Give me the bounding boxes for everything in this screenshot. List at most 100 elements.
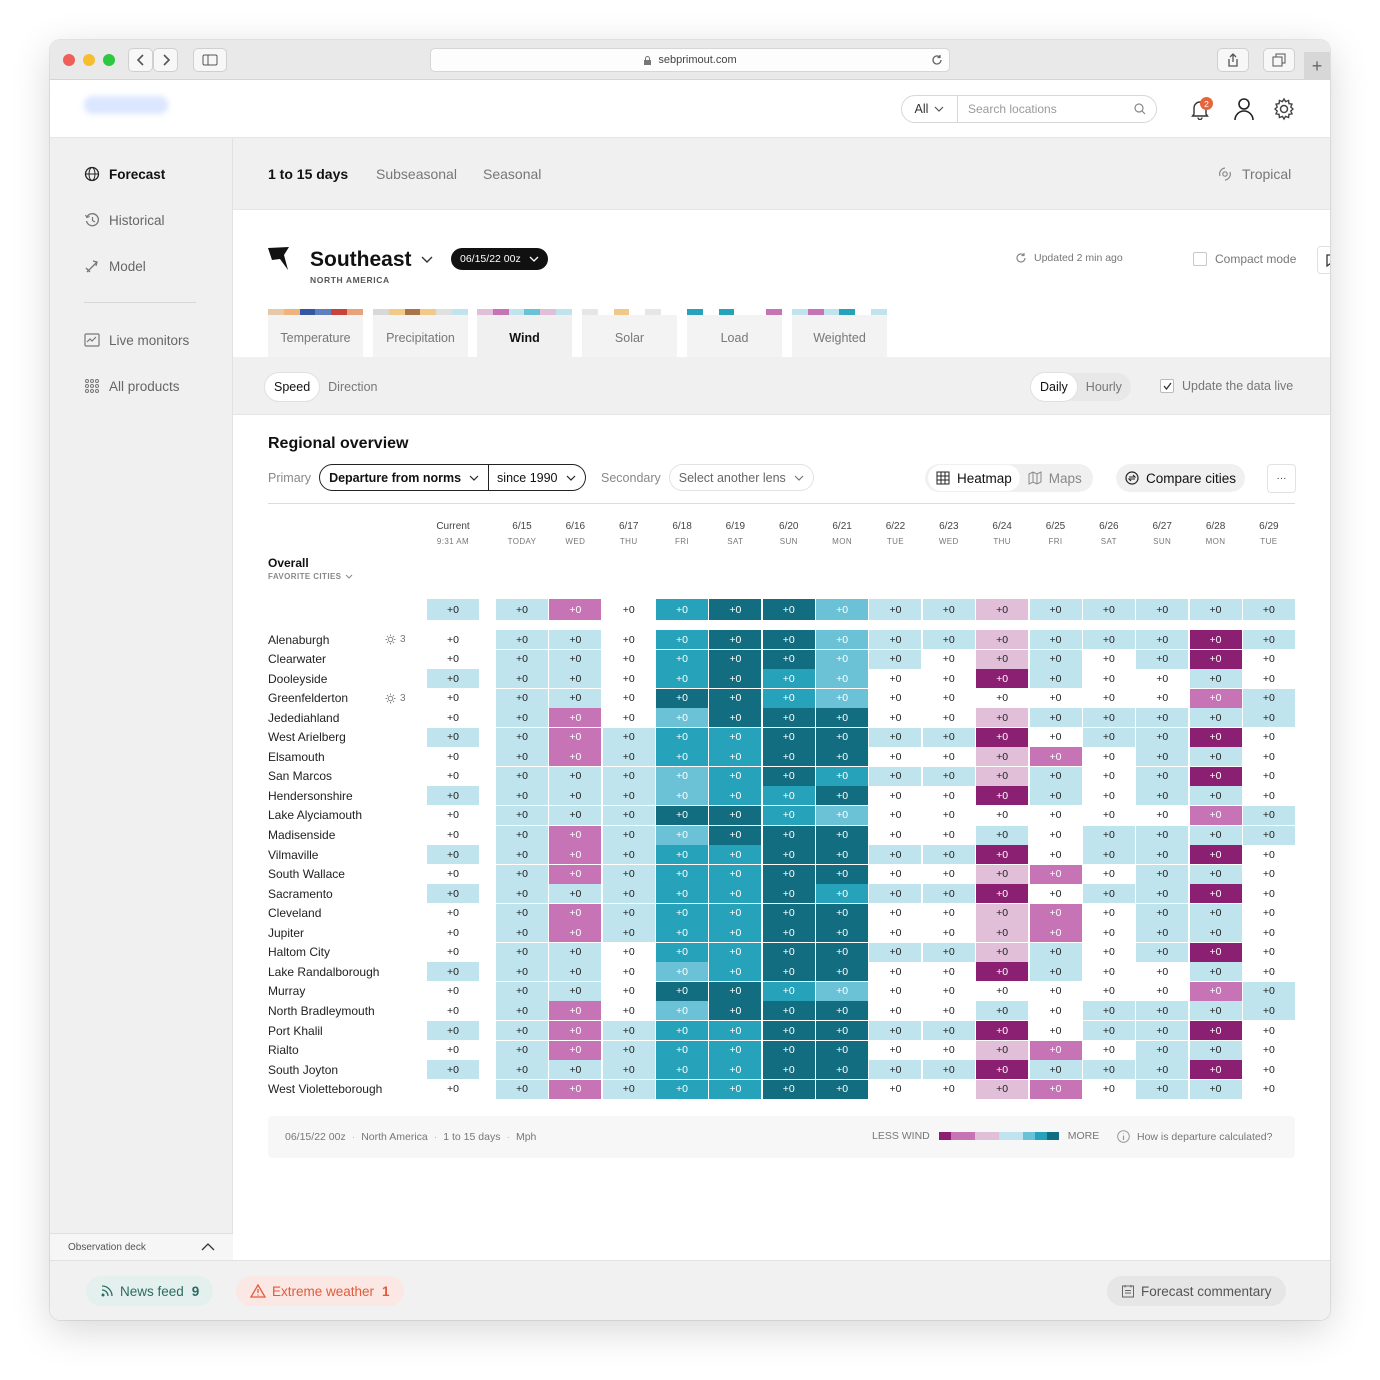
overall-cell[interactable]: +0 — [1082, 599, 1135, 620]
secondary-lens-select[interactable]: Select another lens — [668, 464, 814, 491]
city-cell[interactable]: +0 — [709, 942, 762, 962]
city-cell[interactable]: +0 — [602, 708, 655, 728]
city-cell[interactable]: +0 — [709, 747, 762, 767]
city-cell[interactable]: +0 — [1189, 747, 1242, 767]
city-cell[interactable]: +0 — [1136, 747, 1189, 767]
city-cell[interactable]: +0 — [869, 825, 922, 845]
city-cell[interactable]: +0 — [656, 708, 709, 728]
city-cell[interactable]: +0 — [656, 884, 709, 904]
city-cell[interactable]: +0 — [1242, 942, 1295, 962]
city-cell[interactable]: +0 — [1189, 786, 1242, 806]
city-cell[interactable]: +0 — [1242, 766, 1295, 786]
city-cell[interactable]: +0 — [496, 923, 548, 943]
city-cell[interactable]: +0 — [922, 981, 975, 1001]
city-cell[interactable]: +0 — [922, 1040, 975, 1060]
city-cell[interactable]: +0 — [976, 1040, 1029, 1060]
city-cell[interactable]: +0 — [427, 923, 479, 943]
city-cell[interactable]: +0 — [762, 786, 815, 806]
city-cell[interactable]: +0 — [1136, 766, 1189, 786]
city-cell[interactable]: +0 — [427, 805, 479, 825]
city-cell[interactable]: +0 — [549, 884, 602, 904]
city-cell[interactable]: +0 — [656, 962, 709, 982]
city-cell[interactable]: +0 — [1029, 1001, 1082, 1021]
city-cell[interactable]: +0 — [762, 708, 815, 728]
city-cell[interactable]: +0 — [496, 1060, 548, 1080]
overall-cell[interactable]: +0 — [976, 599, 1029, 620]
city-cell[interactable]: +0 — [602, 1079, 655, 1099]
city-cell[interactable]: +0 — [1082, 747, 1135, 767]
city-cell[interactable]: +0 — [496, 786, 548, 806]
sidebar-item-historical[interactable]: Historical — [84, 212, 165, 228]
overall-cell[interactable]: +0 — [869, 599, 922, 620]
city-cell[interactable]: +0 — [496, 1040, 548, 1060]
city-cell[interactable]: +0 — [1136, 962, 1189, 982]
tropical-button[interactable]: Tropical — [1218, 166, 1291, 182]
daily-option[interactable]: Daily — [1031, 373, 1077, 401]
city-cell[interactable]: +0 — [549, 962, 602, 982]
observation-deck-toggle[interactable]: Observation deck — [50, 1233, 233, 1260]
city-cell[interactable]: +0 — [976, 1060, 1029, 1080]
tab-subseasonal[interactable]: Subseasonal — [376, 166, 457, 182]
city-cell[interactable]: +0 — [869, 649, 922, 669]
tab-1-to-15-days[interactable]: 1 to 15 days — [268, 166, 348, 182]
city-cell[interactable]: +0 — [1136, 805, 1189, 825]
city-cell[interactable]: +0 — [922, 903, 975, 923]
city-cell[interactable]: +0 — [496, 630, 548, 649]
city-cell[interactable]: +0 — [496, 864, 548, 884]
city-name[interactable]: Jupiter — [268, 923, 304, 942]
overall-cell[interactable]: +0 — [762, 599, 815, 620]
city-cell[interactable]: +0 — [656, 981, 709, 1001]
city-cell[interactable]: +0 — [1189, 1079, 1242, 1099]
city-cell[interactable]: +0 — [922, 825, 975, 845]
city-cell[interactable]: +0 — [496, 669, 548, 689]
city-cell[interactable]: +0 — [976, 864, 1029, 884]
city-cell[interactable]: +0 — [1136, 1040, 1189, 1060]
city-cell[interactable]: +0 — [1189, 708, 1242, 728]
city-cell[interactable]: +0 — [1029, 1079, 1082, 1099]
city-cell[interactable]: +0 — [1189, 825, 1242, 845]
heatmap-option[interactable]: Heatmap — [928, 465, 1020, 491]
city-cell[interactable]: +0 — [762, 747, 815, 767]
city-alert-indicator[interactable]: 3 — [385, 630, 406, 649]
city-cell[interactable]: +0 — [922, 766, 975, 786]
city-name[interactable]: San Marcos — [268, 767, 332, 786]
city-cell[interactable]: +0 — [602, 1040, 655, 1060]
city-cell[interactable]: +0 — [709, 884, 762, 904]
departure-help-link[interactable]: How is departure calculated? — [1117, 1130, 1272, 1143]
city-cell[interactable]: +0 — [709, 1021, 762, 1040]
city-cell[interactable]: +0 — [1029, 688, 1082, 708]
city-cell[interactable]: +0 — [1029, 669, 1082, 689]
city-cell[interactable]: +0 — [1189, 903, 1242, 923]
city-cell[interactable]: +0 — [869, 630, 922, 649]
city-cell[interactable]: +0 — [496, 1079, 548, 1099]
city-cell[interactable]: +0 — [1136, 864, 1189, 884]
city-name[interactable]: Vilmaville — [268, 845, 318, 864]
city-cell[interactable]: +0 — [1136, 688, 1189, 708]
city-cell[interactable]: +0 — [1136, 942, 1189, 962]
city-cell[interactable]: +0 — [1082, 1079, 1135, 1099]
city-cell[interactable]: +0 — [656, 845, 709, 865]
city-cell[interactable]: +0 — [1029, 942, 1082, 962]
city-cell[interactable]: +0 — [602, 669, 655, 689]
overall-cell[interactable]: +0 — [709, 599, 762, 620]
city-cell[interactable]: +0 — [549, 1079, 602, 1099]
city-cell[interactable]: +0 — [496, 981, 548, 1001]
city-cell[interactable]: +0 — [816, 845, 869, 865]
city-cell[interactable]: +0 — [1242, 649, 1295, 669]
city-cell[interactable]: +0 — [1029, 630, 1082, 649]
overall-cell[interactable]: +0 — [549, 599, 602, 620]
city-cell[interactable]: +0 — [602, 1060, 655, 1080]
city-cell[interactable]: +0 — [709, 688, 762, 708]
city-cell[interactable]: +0 — [427, 649, 479, 669]
city-cell[interactable]: +0 — [656, 786, 709, 806]
city-cell[interactable]: +0 — [1082, 1040, 1135, 1060]
city-cell[interactable]: +0 — [1242, 1079, 1295, 1099]
city-cell[interactable]: +0 — [1082, 864, 1135, 884]
city-cell[interactable]: +0 — [922, 727, 975, 747]
city-cell[interactable]: +0 — [656, 1040, 709, 1060]
city-cell[interactable]: +0 — [816, 805, 869, 825]
city-cell[interactable]: +0 — [1242, 688, 1295, 708]
city-cell[interactable]: +0 — [762, 688, 815, 708]
city-cell[interactable]: +0 — [816, 747, 869, 767]
city-cell[interactable]: +0 — [656, 1021, 709, 1040]
